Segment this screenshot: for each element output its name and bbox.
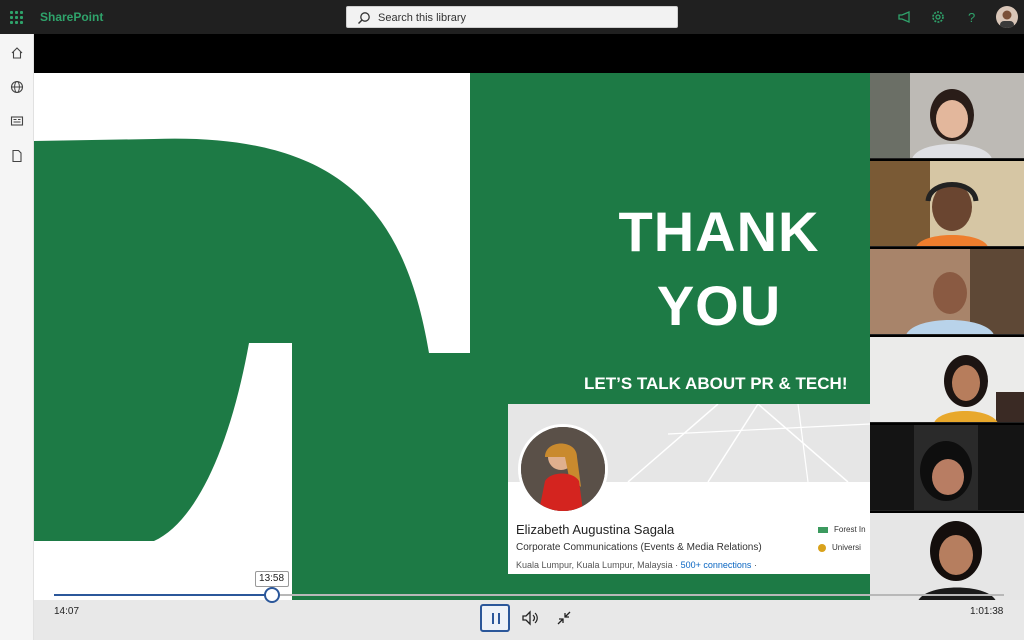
profile-title: Corporate Communications (Events & Media… [516, 542, 762, 553]
profile-separator: · [675, 560, 679, 570]
profile-photo [518, 424, 608, 514]
slide-heading: THANK YOU [594, 195, 844, 343]
home-icon[interactable] [10, 46, 24, 60]
pause-button[interactable] [480, 604, 510, 632]
user-avatar[interactable] [996, 6, 1018, 28]
search-input[interactable]: Search this library [378, 12, 466, 24]
app-launcher-icon[interactable] [10, 11, 23, 24]
current-time: 14:07 [54, 606, 80, 617]
news-icon[interactable] [10, 114, 24, 128]
profile-name: Elizabeth Augustina Sagala [516, 522, 675, 537]
seek-bar-thumb[interactable] [263, 587, 280, 603]
seek-bar-progress [54, 594, 272, 596]
participant-tile [870, 161, 1024, 247]
globe-icon[interactable] [10, 80, 24, 94]
slide-subheading: LET’S TALK ABOUT PR & TECH! [584, 374, 848, 393]
participant-tiles [870, 73, 1024, 601]
participant-tile [870, 249, 1024, 335]
page-icon[interactable] [10, 149, 24, 163]
participant-tile [870, 425, 1024, 511]
slide-decorative-shape [34, 138, 470, 601]
profile-location-line: Kuala Lumpur, Kuala Lumpur, Malaysia · 5… [516, 560, 757, 570]
slide-heading-line1: THANK [618, 200, 820, 263]
company-logo-icon [818, 526, 828, 533]
profile-connections: 500+ connections [680, 560, 752, 570]
left-nav [0, 34, 34, 640]
university-logo-icon [818, 543, 826, 552]
total-duration: 1:01:38 [970, 606, 1004, 617]
presentation-slide: THANK YOU LET’S TALK ABOUT PR & TECH! El… [34, 73, 870, 601]
profile-org-2: Universi [818, 543, 861, 552]
search-box[interactable]: Search this library [346, 6, 678, 28]
slide-heading-line2: YOU [656, 274, 782, 337]
profile-location: Kuala Lumpur, Kuala Lumpur, Malaysia [516, 560, 673, 570]
svg-text:?: ? [968, 10, 975, 25]
help-icon[interactable]: ? [964, 9, 980, 25]
participant-tile [870, 73, 1024, 159]
exit-fullscreen-icon[interactable] [554, 608, 574, 628]
video-player[interactable]: THANK YOU LET’S TALK ABOUT PR & TECH! El… [34, 34, 1024, 640]
volume-icon[interactable] [520, 608, 540, 628]
profile-separator-2: · [753, 560, 757, 570]
participant-tile [870, 337, 1024, 423]
top-bar: SharePoint Search this library ? [0, 0, 1024, 34]
search-icon [358, 12, 370, 24]
profile-org-1: Forest In [818, 525, 866, 534]
profile-card: Elizabeth Augustina Sagala Corporate Com… [508, 404, 870, 574]
app-name[interactable]: SharePoint [40, 10, 103, 24]
megaphone-icon[interactable] [897, 9, 913, 25]
seek-time-tooltip: 13:58 [254, 571, 289, 587]
participant-tile [870, 513, 1024, 601]
gear-icon[interactable] [930, 9, 946, 25]
